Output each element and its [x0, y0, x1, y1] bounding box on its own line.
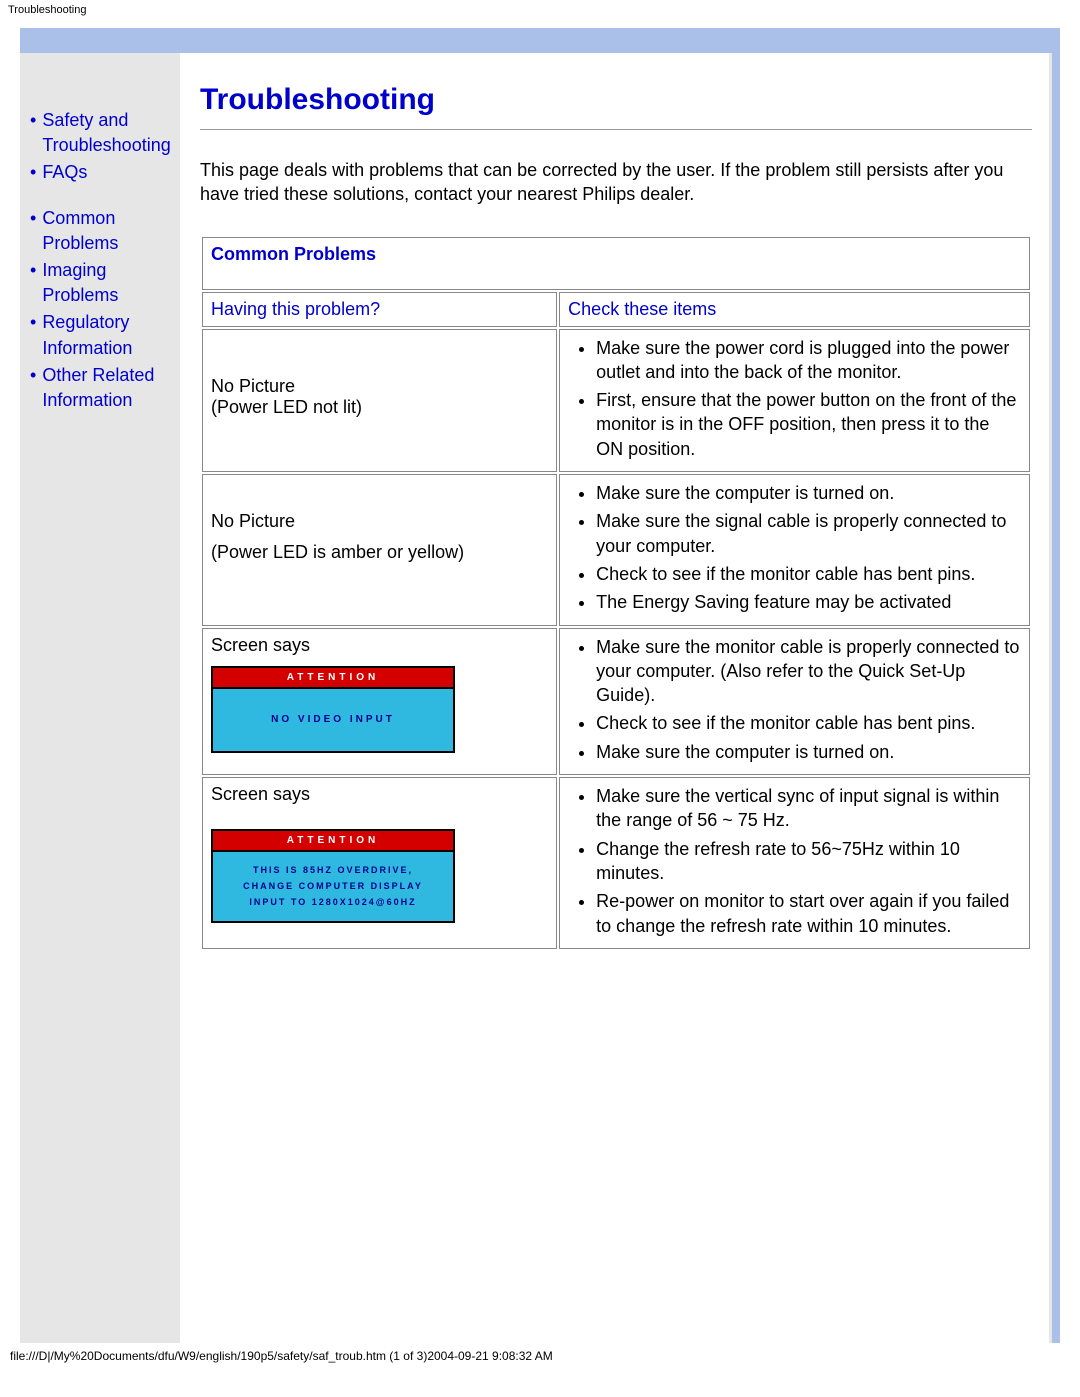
problem-line: (Power LED is amber or yellow) — [211, 542, 548, 563]
bullet-icon: • — [30, 310, 42, 335]
check-item: Make sure the signal cable is properly c… — [596, 509, 1021, 558]
checks-cell: Make sure the monitor cable is properly … — [559, 628, 1030, 775]
sidebar-item-common-problems[interactable]: • Common Problems — [30, 206, 180, 256]
problem-line: No Picture — [211, 511, 548, 532]
osd-message: THIS IS 85HZ OVERDRIVE, CHANGE COMPUTER … — [213, 852, 453, 921]
check-item: Change the refresh rate to 56~75Hz withi… — [596, 837, 1021, 886]
sidebar-item-faqs[interactable]: • FAQs — [30, 160, 180, 185]
osd-line: THIS IS 85HZ OVERDRIVE, — [219, 862, 447, 878]
table-row: Screen says ATTENTION NO VIDEO INPUT Mak… — [202, 628, 1030, 775]
right-border — [1049, 53, 1052, 1343]
table-row: No Picture (Power LED is amber or yellow… — [202, 474, 1030, 625]
sidebar-item-label: Common Problems — [42, 206, 180, 256]
problem-cell: Screen says ATTENTION THIS IS 85HZ OVERD… — [202, 777, 557, 949]
sidebar-item-label: Imaging Problems — [42, 258, 180, 308]
col2-head: Check these items — [568, 299, 716, 319]
sidebar-item-imaging-problems[interactable]: • Imaging Problems — [30, 258, 180, 308]
osd-attention-bar: ATTENTION — [213, 831, 453, 852]
bullet-icon: • — [30, 160, 42, 185]
table-row: Screen says ATTENTION THIS IS 85HZ OVERD… — [202, 777, 1030, 949]
page-title: Troubleshooting — [200, 83, 1032, 117]
problem-line: (Power LED not lit) — [211, 397, 548, 418]
bullet-icon: • — [30, 206, 42, 231]
col1-head: Having this problem? — [211, 299, 380, 319]
troubleshooting-table: Common Problems Having this problem? Che… — [200, 235, 1032, 951]
check-item: The Energy Saving feature may be activat… — [596, 590, 1021, 614]
content-panel: • Safety and Troubleshooting • FAQs • Co… — [20, 53, 1052, 1343]
problem-cell: No Picture (Power LED is amber or yellow… — [202, 474, 557, 625]
main-content: Troubleshooting This page deals with pro… — [180, 53, 1052, 1343]
section-title: Common Problems — [211, 244, 376, 264]
browser-title: Troubleshooting — [0, 0, 1080, 20]
sidebar-item-label: FAQs — [42, 160, 87, 185]
divider — [200, 129, 1032, 130]
sidebar-item-label: Other Related Information — [42, 363, 180, 413]
osd-message: NO VIDEO INPUT — [213, 689, 453, 751]
sidebar-item-other-related[interactable]: • Other Related Information — [30, 363, 180, 413]
problem-line: No Picture — [211, 376, 548, 397]
column-header-checks: Check these items — [559, 292, 1030, 327]
check-item: Check to see if the monitor cable has be… — [596, 562, 1021, 586]
check-item: Make sure the power cord is plugged into… — [596, 336, 1021, 385]
bullet-icon: • — [30, 363, 42, 388]
check-item: Make sure the monitor cable is properly … — [596, 635, 1021, 708]
osd-no-video-input: ATTENTION NO VIDEO INPUT — [211, 666, 455, 753]
sidebar-item-safety[interactable]: • Safety and Troubleshooting — [30, 108, 180, 158]
problem-line: Screen says — [211, 635, 548, 656]
bullet-icon: • — [30, 108, 42, 133]
osd-line: CHANGE COMPUTER DISPLAY — [219, 878, 447, 894]
column-header-problem: Having this problem? — [202, 292, 557, 327]
page-frame: • Safety and Troubleshooting • FAQs • Co… — [20, 28, 1060, 1343]
problem-cell: Screen says ATTENTION NO VIDEO INPUT — [202, 628, 557, 775]
footer-path: file:///D|/My%20Documents/dfu/W9/english… — [0, 1343, 1080, 1369]
osd-overdrive: ATTENTION THIS IS 85HZ OVERDRIVE, CHANGE… — [211, 829, 455, 923]
problem-cell: No Picture (Power LED not lit) — [202, 329, 557, 472]
checks-cell: Make sure the vertical sync of input sig… — [559, 777, 1030, 949]
sidebar-item-label: Safety and Troubleshooting — [42, 108, 180, 158]
sidebar-item-regulatory[interactable]: • Regulatory Information — [30, 310, 180, 360]
table-row: No Picture (Power LED not lit) Make sure… — [202, 329, 1030, 472]
section-header-cell: Common Problems — [202, 237, 1030, 290]
sidebar-nav: • Safety and Troubleshooting • FAQs • Co… — [20, 53, 180, 1343]
bullet-icon: • — [30, 258, 42, 283]
check-item: Make sure the computer is turned on. — [596, 481, 1021, 505]
osd-attention-bar: ATTENTION — [213, 668, 453, 689]
checks-cell: Make sure the power cord is plugged into… — [559, 329, 1030, 472]
check-item: Re-power on monitor to start over again … — [596, 889, 1021, 938]
osd-line: INPUT TO 1280X1024@60HZ — [219, 894, 447, 910]
check-item: Make sure the computer is turned on. — [596, 740, 1021, 764]
intro-text: This page deals with problems that can b… — [200, 158, 1032, 207]
sidebar-item-label: Regulatory Information — [42, 310, 180, 360]
check-item: First, ensure that the power button on t… — [596, 388, 1021, 461]
check-item: Check to see if the monitor cable has be… — [596, 711, 1021, 735]
checks-cell: Make sure the computer is turned on. Mak… — [559, 474, 1030, 625]
check-item: Make sure the vertical sync of input sig… — [596, 784, 1021, 833]
problem-line: Screen says — [211, 784, 548, 805]
